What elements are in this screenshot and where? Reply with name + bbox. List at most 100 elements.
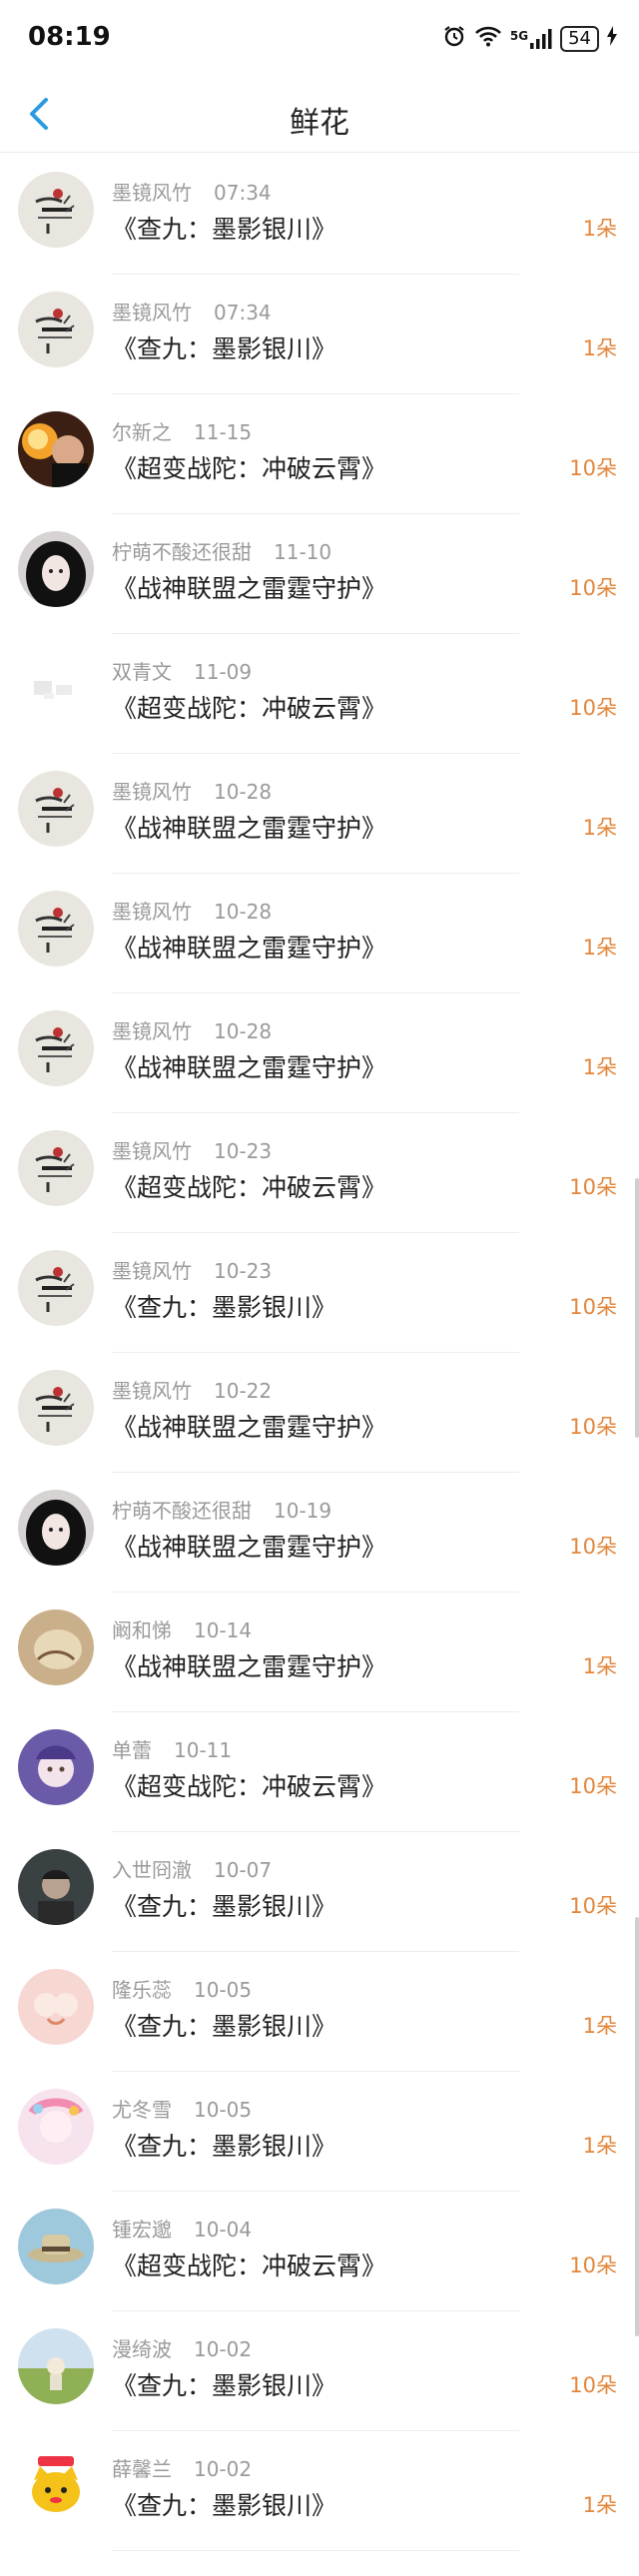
book-title[interactable]: 《查九：墨影银川》 xyxy=(112,1887,336,1923)
book-title[interactable]: 《战神联盟之雷霆守护》 xyxy=(112,929,386,965)
username[interactable]: 墨镜风竹 xyxy=(112,1139,192,1163)
book-title[interactable]: 《战神联盟之雷霆守护》 xyxy=(112,1647,386,1683)
flower-count: 10朵 xyxy=(569,1295,617,1319)
avatar[interactable] xyxy=(18,1849,94,1925)
row-meta: 入世冏澈 10-07 xyxy=(112,1854,272,1883)
avatar[interactable] xyxy=(18,2089,94,2165)
list-item[interactable]: 墨镜风竹 10-28 《战神联盟之雷霆守护》 1朵 xyxy=(0,993,639,1113)
list-item[interactable]: 墨镜风竹 07:34 《查九：墨影银川》 1朵 xyxy=(0,155,639,275)
avatar[interactable] xyxy=(18,891,94,966)
timestamp: 10-14 xyxy=(194,1618,253,1642)
username[interactable]: 隆乐蕊 xyxy=(112,1978,172,2002)
list-item[interactable]: 尤冬雪 10-05 《查九：墨影银川》 1朵 xyxy=(0,2072,639,2192)
avatar[interactable] xyxy=(18,292,94,367)
avatar[interactable] xyxy=(18,1370,94,1446)
book-title[interactable]: 《查九：墨影银川》 xyxy=(112,2366,336,2402)
list-item[interactable]: 漫绮波 10-02 《查九：墨影银川》 10朵 xyxy=(0,2311,639,2431)
list-item[interactable]: 墨镜风竹 10-22 《战神联盟之雷霆守护》 10朵 xyxy=(0,1353,639,1473)
avatar[interactable] xyxy=(18,2328,94,2404)
avatar[interactable] xyxy=(18,1010,94,1086)
username[interactable]: 墨镜风竹 xyxy=(112,1259,192,1283)
book-title[interactable]: 《超变战陀：冲破云霄》 xyxy=(112,1767,386,1803)
avatar[interactable] xyxy=(18,651,94,727)
username[interactable]: 墨镜风竹 xyxy=(112,1019,192,1043)
book-title[interactable]: 《战神联盟之雷霆守护》 xyxy=(112,569,386,605)
username[interactable]: 柠萌不酸还很甜 xyxy=(112,1499,252,1523)
row-meta: 锺宏邈 10-04 xyxy=(112,2214,252,2243)
list-item[interactable]: 墨镜风竹 10-23 《超变战陀：冲破云霄》 10朵 xyxy=(0,1113,639,1233)
book-title[interactable]: 《超变战陀：冲破云霄》 xyxy=(112,449,386,485)
list-item[interactable]: 锺宏邈 10-04 《超变战陀：冲破云霄》 10朵 xyxy=(0,2192,639,2311)
username[interactable]: 锺宏邈 xyxy=(112,2218,172,2242)
avatar[interactable] xyxy=(18,1610,94,1685)
list-item[interactable]: 入世冏澈 10-07 《查九：墨影银川》 10朵 xyxy=(0,1832,639,1952)
book-title[interactable]: 《查九：墨影银川》 xyxy=(112,1288,336,1324)
book-title[interactable]: 《查九：墨影银川》 xyxy=(112,210,336,246)
timestamp: 10-22 xyxy=(214,1379,273,1403)
book-title[interactable]: 《查九：墨影银川》 xyxy=(112,2486,336,2522)
flower-count: 10朵 xyxy=(569,456,617,480)
username[interactable]: 单蕾 xyxy=(112,1738,152,1762)
book-title[interactable]: 《超变战陀：冲破云霄》 xyxy=(112,1168,386,1204)
list-item[interactable]: 墨镜风竹 10-23 《查九：墨影银川》 10朵 xyxy=(0,1233,639,1353)
scrollbar[interactable] xyxy=(635,1917,639,2336)
list-item[interactable]: 柠萌不酸还很甜 11-10 《战神联盟之雷霆守护》 10朵 xyxy=(0,514,639,634)
username[interactable]: 墨镜风竹 xyxy=(112,780,192,804)
username[interactable]: 柠萌不酸还很甜 xyxy=(112,540,252,564)
timestamp: 10-02 xyxy=(194,2337,253,2361)
username[interactable]: 漫绮波 xyxy=(112,2337,172,2361)
row-meta: 隆乐蕊 10-05 xyxy=(112,1974,252,2003)
avatar[interactable] xyxy=(18,1729,94,1805)
book-title[interactable]: 《战神联盟之雷霆守护》 xyxy=(112,809,386,845)
avatar[interactable] xyxy=(18,1490,94,1566)
timestamp: 10-28 xyxy=(214,900,273,924)
avatar[interactable] xyxy=(18,172,94,248)
username[interactable]: 薛馨兰 xyxy=(112,2457,172,2481)
username[interactable]: 墨镜风竹 xyxy=(112,181,192,205)
avatar[interactable] xyxy=(18,1130,94,1206)
username[interactable]: 墨镜风竹 xyxy=(112,301,192,324)
list-item[interactable]: 墨镜风竹 10-28 《战神联盟之雷霆守护》 1朵 xyxy=(0,874,639,993)
avatar[interactable] xyxy=(18,771,94,847)
book-title[interactable]: 《查九：墨影银川》 xyxy=(112,329,336,365)
avatar[interactable] xyxy=(18,531,94,607)
username[interactable]: 尤冬雪 xyxy=(112,2098,172,2122)
row-meta: 尔新之 11-15 xyxy=(112,416,252,445)
timestamp: 11-15 xyxy=(194,420,253,444)
username[interactable]: 入世冏澈 xyxy=(112,1858,192,1882)
book-title[interactable]: 《战神联盟之雷霆守护》 xyxy=(112,1528,386,1564)
book-title[interactable]: 《查九：墨影银川》 xyxy=(112,2127,336,2163)
username[interactable]: 双青文 xyxy=(112,660,172,684)
list-item[interactable]: 单蕾 10-11 《超变战陀：冲破云霄》 10朵 xyxy=(0,1712,639,1832)
book-title[interactable]: 《战神联盟之雷霆守护》 xyxy=(112,1408,386,1444)
list-item[interactable]: 双青文 11-09 《超变战陀：冲破云霄》 10朵 xyxy=(0,634,639,754)
row-meta: 柠萌不酸还很甜 10-19 xyxy=(112,1495,331,1524)
avatar[interactable] xyxy=(18,1250,94,1326)
timestamp: 07:34 xyxy=(214,181,272,205)
list-item[interactable]: 墨镜风竹 10-28 《战神联盟之雷霆守护》 1朵 xyxy=(0,754,639,874)
avatar[interactable] xyxy=(18,1969,94,2045)
avatar[interactable] xyxy=(18,2209,94,2284)
flower-count: 1朵 xyxy=(582,936,617,960)
list-item[interactable]: 薛馨兰 10-02 《查九：墨影银川》 1朵 xyxy=(0,2431,639,2551)
list-item[interactable]: 阚和悌 10-14 《战神联盟之雷霆守护》 1朵 xyxy=(0,1593,639,1712)
book-title[interactable]: 《超变战陀：冲破云霄》 xyxy=(112,2247,386,2282)
avatar[interactable] xyxy=(18,411,94,487)
row-meta: 墨镜风竹 10-28 xyxy=(112,776,272,805)
scrollbar[interactable] xyxy=(635,1178,639,1438)
username[interactable]: 墨镜风竹 xyxy=(112,1379,192,1403)
list-item[interactable]: 尔新之 11-15 《超变战陀：冲破云霄》 10朵 xyxy=(0,394,639,514)
book-title[interactable]: 《查九：墨影银川》 xyxy=(112,2007,336,2043)
list-item[interactable]: 柠萌不酸还很甜 10-19 《战神联盟之雷霆守护》 10朵 xyxy=(0,1473,639,1593)
list-item[interactable]: 隆乐蕊 10-05 《查九：墨影银川》 1朵 xyxy=(0,1952,639,2072)
list-item[interactable]: 墨镜风竹 07:34 《查九：墨影银川》 1朵 xyxy=(0,275,639,394)
username[interactable]: 墨镜风竹 xyxy=(112,900,192,924)
avatar[interactable] xyxy=(18,2448,94,2524)
book-title[interactable]: 《超变战陀：冲破云霄》 xyxy=(112,689,386,725)
wifi-icon xyxy=(474,25,502,52)
username[interactable]: 尔新之 xyxy=(112,420,172,444)
book-title[interactable]: 《战神联盟之雷霆守护》 xyxy=(112,1048,386,1084)
flower-count: 1朵 xyxy=(582,2493,617,2517)
username[interactable]: 阚和悌 xyxy=(112,1618,172,1642)
timestamp: 10-04 xyxy=(194,2218,253,2242)
